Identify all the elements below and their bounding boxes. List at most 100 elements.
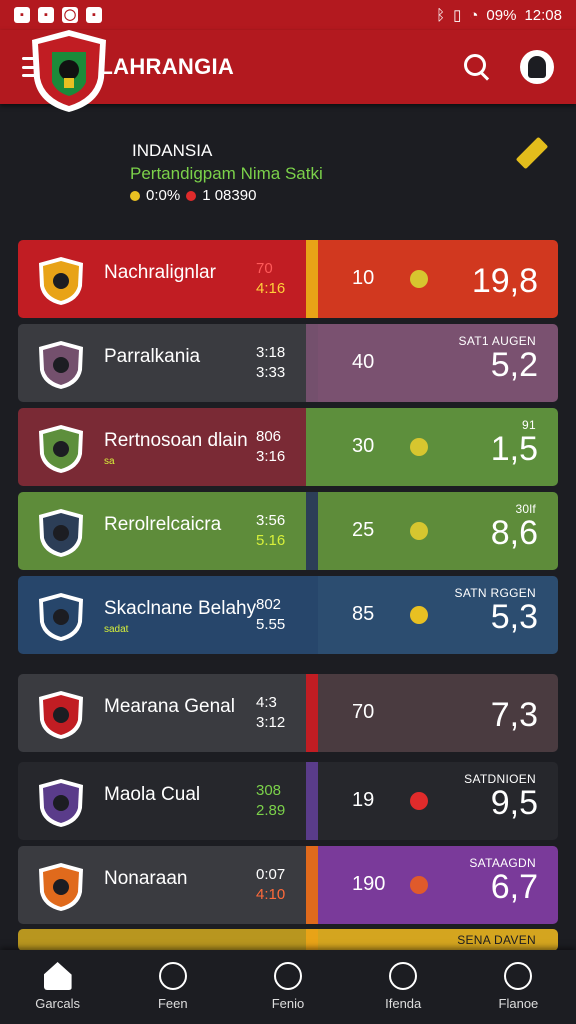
match-divider bbox=[306, 762, 318, 840]
notification-icons: ▪ ▪ ◯ ▪ bbox=[14, 7, 102, 23]
nav-item-fenio[interactable]: Fenio bbox=[230, 950, 345, 1024]
match-divider bbox=[306, 576, 318, 654]
match-times: 3:56 5.16 bbox=[256, 511, 285, 551]
team-subtext: sadat bbox=[104, 624, 129, 635]
team-stat-percent: 0:0% bbox=[146, 187, 181, 204]
match-score: 19,8 bbox=[471, 262, 538, 300]
match-time: 4:3 bbox=[256, 694, 277, 711]
match-times: 3:18 3:33 bbox=[256, 343, 285, 383]
match-row[interactable]: Rerolrelcaicra 3:56 5.16 25 30lf 8,6 bbox=[18, 492, 558, 570]
match-time: 5.55 bbox=[256, 616, 286, 633]
team-name: Maola Cual bbox=[104, 784, 201, 805]
team-crest-icon bbox=[39, 341, 83, 389]
vibrate-icon: ▯ bbox=[453, 7, 462, 24]
match-time: 3:56 bbox=[256, 512, 286, 529]
match-row[interactable]: Maola Cual 308 2.89 19 SATDNIOEN 9,5 bbox=[18, 762, 558, 840]
match-time: 5.16 bbox=[256, 532, 286, 549]
match-time: 802 bbox=[256, 596, 282, 613]
match-divider bbox=[306, 240, 318, 318]
match-row[interactable]: Nonaraan 0:07 4:10 190 SATAAGDN 6,7 bbox=[18, 846, 558, 924]
bull-icon bbox=[158, 962, 187, 990]
status-bar: ▪ ▪ ◯ ▪ ᛒ ▯ ◔ 09% 12:08 bbox=[0, 0, 576, 30]
account-icon[interactable] bbox=[520, 50, 554, 84]
match-divider bbox=[306, 408, 318, 486]
match-score: 1,5 bbox=[490, 430, 538, 468]
status-indicator-icon bbox=[410, 270, 428, 288]
match-number: 70 bbox=[352, 701, 375, 723]
match-time: 3:18 bbox=[256, 344, 286, 361]
nav-item-garcals[interactable]: Garcals bbox=[0, 950, 115, 1024]
match-time: 3:33 bbox=[256, 364, 286, 381]
team-subtitle: Pertandigpam Nima Satki bbox=[130, 164, 323, 183]
team-name: Skaclnane Belahy bbox=[104, 598, 257, 619]
match-time: 70 bbox=[256, 260, 273, 277]
status-indicator-icon bbox=[410, 606, 428, 624]
match-score: 8,6 bbox=[490, 514, 538, 552]
notification-icon: ▪ bbox=[38, 7, 54, 23]
match-score: 6,7 bbox=[490, 868, 538, 906]
wifi-icon: ◔ bbox=[469, 6, 479, 24]
match-times: 0:07 4:10 bbox=[256, 865, 285, 905]
match-number: 190 bbox=[352, 873, 386, 895]
match-time: 0:07 bbox=[256, 866, 286, 883]
match-time: 806 bbox=[256, 428, 282, 445]
match-score: 9,5 bbox=[490, 784, 538, 822]
team-name: Mearana Genal bbox=[104, 696, 235, 717]
status-indicator-icon bbox=[410, 438, 428, 456]
bottom-navigation: Garcals Feen Fenio Ifenda Flanoe bbox=[0, 950, 576, 1024]
match-row[interactable]: Rertnosoan dlain sa 806 3:16 30 91 1,5 bbox=[18, 408, 558, 486]
match-number: 19 bbox=[352, 789, 375, 811]
bluetooth-icon: ᛒ bbox=[436, 6, 446, 24]
team-name: Nachralignlar bbox=[104, 262, 216, 283]
nav-label: Flanoe bbox=[498, 996, 539, 1011]
home-icon bbox=[43, 962, 72, 990]
match-number: 85 bbox=[352, 603, 375, 625]
team-crest-icon bbox=[39, 257, 83, 305]
edit-icon[interactable] bbox=[515, 136, 549, 170]
yellow-dot-icon bbox=[130, 190, 140, 201]
match-times: 70 4:16 bbox=[256, 259, 285, 299]
match-score: 5,2 bbox=[490, 346, 538, 384]
team-name: Parralkania bbox=[104, 346, 201, 367]
match-time: 3:12 bbox=[256, 714, 286, 731]
nav-item-flanoe[interactable]: Flanoe bbox=[461, 950, 576, 1024]
match-divider bbox=[306, 674, 318, 752]
match-divider bbox=[306, 324, 318, 402]
match-score: 5,3 bbox=[490, 598, 538, 636]
status-right: ᛒ ▯ ◔ 09% 12:08 bbox=[436, 6, 562, 25]
match-divider bbox=[306, 846, 318, 924]
status-indicator-icon bbox=[410, 876, 428, 894]
notification-icon: ▪ bbox=[86, 7, 102, 23]
match-row[interactable]: Skaclnane Belahy sadat 802 5.55 85 SATN RGGEN… bbox=[18, 576, 558, 654]
match-row[interactable]: Mearana Genal 4:3 3:12 70 7,3 bbox=[18, 674, 558, 752]
match-row[interactable]: Parralkania 3:18 3:33 40 SAT1 AUGEN 5,2 bbox=[18, 324, 558, 402]
match-score: 7,3 bbox=[490, 696, 538, 734]
nav-label: Feen bbox=[157, 996, 188, 1011]
nav-item-ifenda[interactable]: Ifenda bbox=[346, 950, 461, 1024]
match-number: 30 bbox=[352, 435, 375, 457]
location-icon bbox=[389, 962, 418, 990]
search-icon[interactable] bbox=[462, 52, 492, 82]
nav-item-feen[interactable]: Feen bbox=[115, 950, 230, 1024]
match-row-partial[interactable]: SENA DAVEN bbox=[18, 929, 558, 951]
team-crest-icon bbox=[39, 425, 83, 473]
match-divider bbox=[306, 492, 318, 570]
match-tag: SENA DAVEN bbox=[457, 933, 536, 947]
team-name: Rerolrelcaicra bbox=[104, 514, 222, 535]
nav-label: Fenio bbox=[271, 996, 305, 1011]
profile-icon bbox=[504, 962, 533, 990]
status-time: 12:08 bbox=[524, 6, 562, 24]
team-crest-icon bbox=[39, 779, 83, 827]
match-time: 2.89 bbox=[256, 802, 286, 819]
match-row[interactable]: Nachralignlar 70 4:16 10 19,8 bbox=[18, 240, 558, 318]
team-name: Rertnosoan dlain bbox=[104, 430, 248, 451]
status-indicator-icon bbox=[410, 522, 428, 540]
nav-label: Ifenda bbox=[385, 996, 422, 1011]
match-number: 25 bbox=[352, 519, 375, 541]
match-number: 10 bbox=[352, 267, 375, 289]
team-name: Nonaraan bbox=[104, 868, 188, 889]
team-crest-icon bbox=[39, 691, 83, 739]
team-name: INDANSIA bbox=[132, 141, 213, 160]
team-crest-icon bbox=[39, 863, 83, 911]
team-crest-icon bbox=[39, 593, 83, 641]
